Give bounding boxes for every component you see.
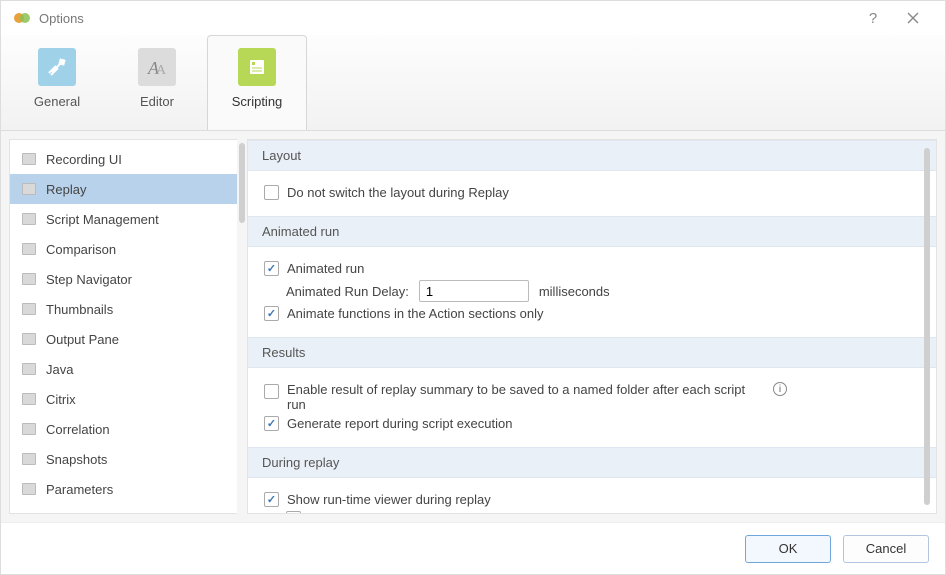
footer: OK Cancel	[1, 522, 945, 574]
sidebar-item-snapshots[interactable]: Snapshots	[10, 444, 237, 474]
sidebar-item-citrix[interactable]: Citrix	[10, 384, 237, 414]
label-animated-run-delay: Animated Run Delay:	[286, 284, 409, 299]
label-delay-units: milliseconds	[539, 284, 610, 299]
sidebar-item-label: Step Navigator	[46, 272, 132, 287]
label-generate-report: Generate report during script execution	[287, 416, 512, 431]
editor-icon: AA	[138, 48, 176, 86]
sidebar-item-parameters[interactable]: Parameters	[10, 474, 237, 504]
content-panel: Layout Do not switch the layout during R…	[247, 139, 937, 514]
page-icon	[22, 213, 36, 225]
tab-editor-label: Editor	[140, 94, 174, 109]
sidebar-item-replay[interactable]: Replay	[10, 174, 237, 204]
label-enable-result-folder: Enable result of replay summary to be sa…	[287, 382, 767, 412]
label-animated-run: Animated run	[287, 261, 364, 276]
page-icon	[22, 333, 36, 345]
page-icon	[22, 243, 36, 255]
sidebar-item-label: Output Pane	[46, 332, 119, 347]
sidebar-item-label: Replay	[46, 182, 86, 197]
page-icon	[22, 423, 36, 435]
input-animated-run-delay[interactable]	[419, 280, 529, 302]
section-header-results: Results	[248, 337, 936, 368]
window-title: Options	[39, 11, 853, 26]
sidebar-item-comparison[interactable]: Comparison	[10, 234, 237, 264]
page-icon	[22, 483, 36, 495]
page-icon	[22, 303, 36, 315]
sidebar-item-label: Snapshots	[46, 452, 107, 467]
sidebar-item-label: Script Management	[46, 212, 159, 227]
page-icon	[22, 363, 36, 375]
scripting-icon	[238, 48, 276, 86]
info-icon[interactable]: i	[773, 382, 787, 396]
ok-button[interactable]: OK	[745, 535, 831, 563]
tab-general-label: General	[34, 94, 80, 109]
sidebar: Recording UI Replay Script Management Co…	[9, 139, 237, 514]
page-icon	[22, 513, 36, 514]
sidebar-item-label: Recording UI	[46, 152, 122, 167]
sidebar-item-output-pane[interactable]: Output Pane	[10, 324, 237, 354]
sidebar-scrollbar[interactable]	[237, 139, 247, 514]
label-do-not-switch-layout: Do not switch the layout during Replay	[287, 185, 509, 200]
sidebar-item-recording-ui[interactable]: Recording UI	[10, 144, 237, 174]
cancel-button[interactable]: Cancel	[843, 535, 929, 563]
sidebar-item-parser[interactable]: Parser	[10, 504, 237, 514]
sidebar-item-script-management[interactable]: Script Management	[10, 204, 237, 234]
close-button[interactable]	[893, 4, 933, 32]
sidebar-item-label: Parameters	[46, 482, 113, 497]
sidebar-item-label: Java	[46, 362, 73, 377]
page-icon	[22, 153, 36, 165]
section-header-animated-run: Animated run	[248, 216, 936, 247]
checkbox-generate-report[interactable]	[264, 416, 279, 431]
checkbox-enable-result-folder[interactable]	[264, 384, 279, 399]
page-icon	[22, 183, 36, 195]
checkbox-auto-arrange-window[interactable]	[286, 511, 301, 514]
help-button[interactable]: ?	[853, 4, 893, 32]
tab-scripting-label: Scripting	[232, 94, 283, 109]
sidebar-item-label: Comparison	[46, 242, 116, 257]
page-icon	[22, 453, 36, 465]
label-auto-arrange-window: Auto arrange window	[309, 511, 431, 514]
checkbox-animated-run[interactable]	[264, 261, 279, 276]
checkbox-show-runtime-viewer[interactable]	[264, 492, 279, 507]
sidebar-item-label: Thumbnails	[46, 302, 113, 317]
sidebar-item-thumbnails[interactable]: Thumbnails	[10, 294, 237, 324]
section-header-during-replay: During replay	[248, 447, 936, 478]
tab-general[interactable]: General	[7, 35, 107, 130]
label-animate-actions-only: Animate functions in the Action sections…	[287, 306, 544, 321]
tab-editor[interactable]: AA Editor	[107, 35, 207, 130]
checkbox-do-not-switch-layout[interactable]	[264, 185, 279, 200]
page-icon	[22, 393, 36, 405]
content-scrollbar[interactable]	[922, 146, 932, 507]
tab-scripting[interactable]: Scripting	[207, 35, 307, 130]
checkbox-animate-actions-only[interactable]	[264, 306, 279, 321]
sidebar-item-java[interactable]: Java	[10, 354, 237, 384]
sidebar-item-label: Citrix	[46, 392, 76, 407]
sidebar-item-step-navigator[interactable]: Step Navigator	[10, 264, 237, 294]
label-show-runtime-viewer: Show run-time viewer during replay	[287, 492, 491, 507]
sidebar-item-label: Correlation	[46, 422, 110, 437]
app-icon	[13, 9, 31, 27]
general-icon	[38, 48, 76, 86]
titlebar: Options ?	[1, 1, 945, 35]
sidebar-item-correlation[interactable]: Correlation	[10, 414, 237, 444]
top-tabs: General AA Editor Scripting	[1, 35, 945, 131]
main-area: Recording UI Replay Script Management Co…	[1, 131, 945, 522]
svg-text:A: A	[156, 63, 167, 78]
sidebar-item-label: Parser	[46, 512, 84, 515]
page-icon	[22, 273, 36, 285]
section-header-layout: Layout	[248, 140, 936, 171]
